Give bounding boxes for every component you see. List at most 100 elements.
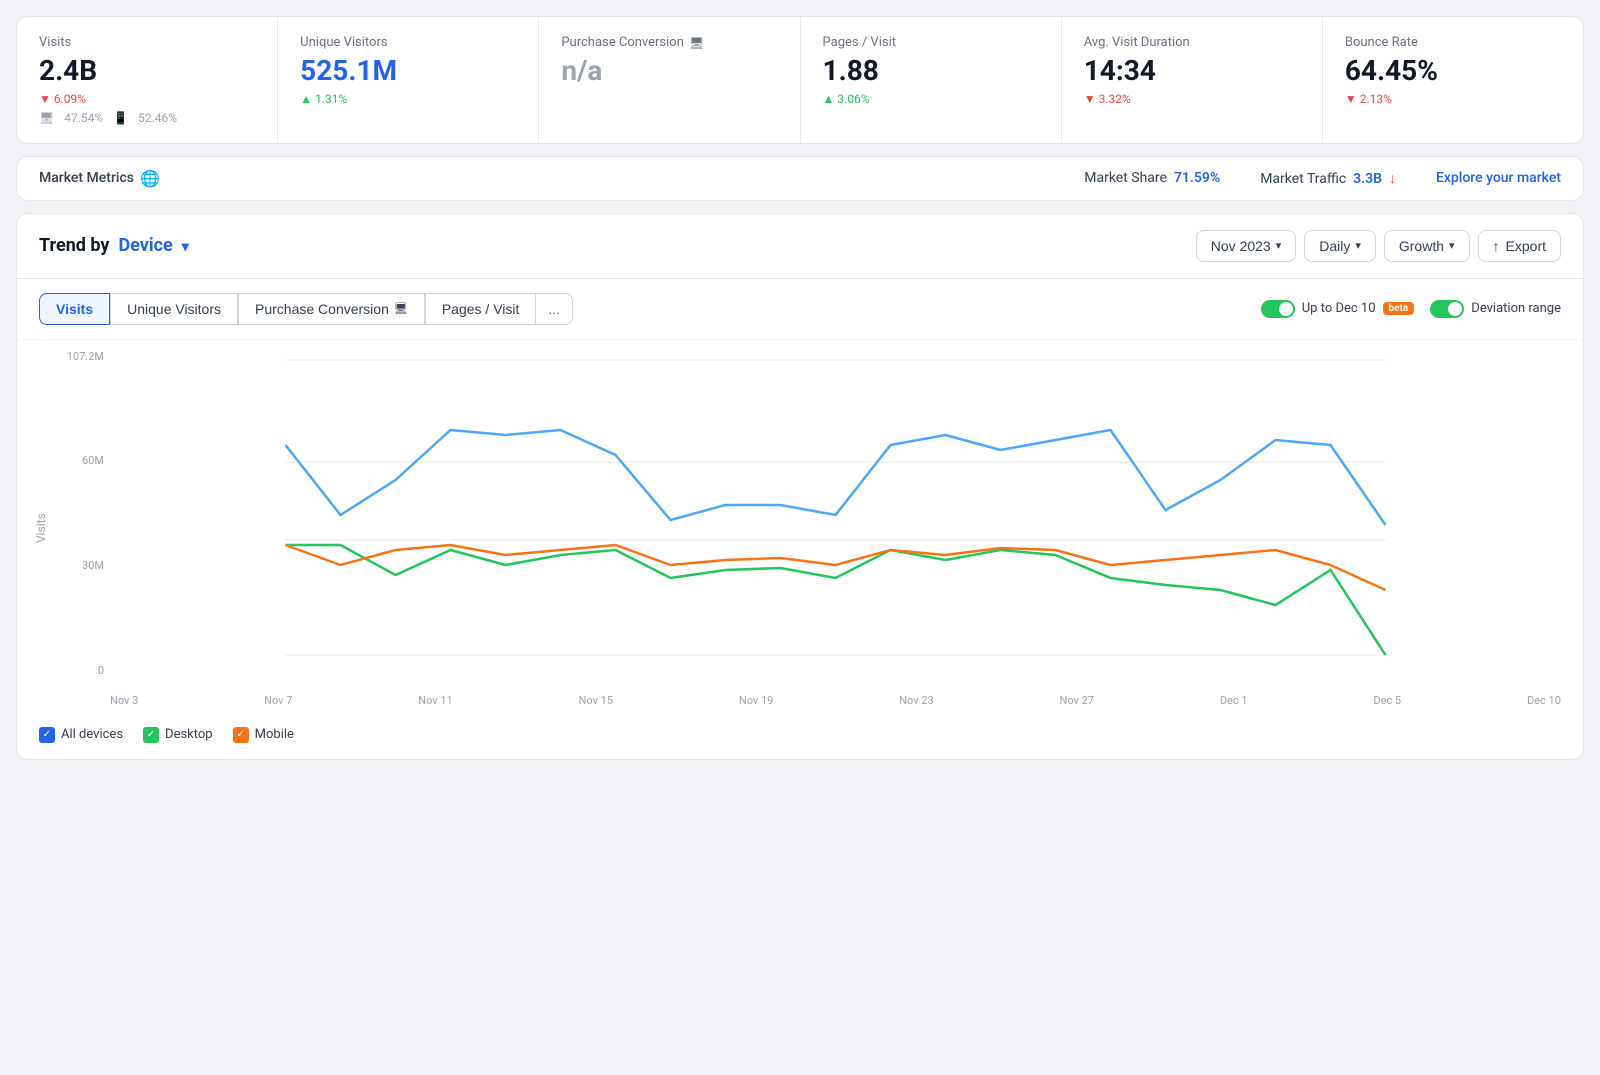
metric-filter-label: Growth — [1399, 238, 1444, 254]
market-traffic-stat: Market Traffic 3.3B ↓ — [1260, 170, 1396, 187]
bounce-rate-label: Bounce Rate — [1345, 35, 1561, 50]
deviation-range-switch[interactable] — [1430, 300, 1464, 318]
frequency-filter-label: Daily — [1319, 238, 1350, 254]
y-label-107: 107.2M — [55, 350, 110, 363]
deviation-range-toggle: Deviation range — [1430, 300, 1561, 318]
bounce-rate-change: ▼ 2.13% — [1345, 92, 1561, 106]
unique-visitors-metric: Unique Visitors 525.1M ▲ 1.31% — [278, 17, 539, 143]
metrics-card: Visits 2.4B ▼ 6.09% 🖥 47.54% 📱 52.46% Un… — [16, 16, 1584, 144]
x-labels: Nov 3 Nov 7 Nov 11 Nov 15 Nov 19 Nov 23 … — [110, 690, 1561, 707]
up-to-dec10-label: Up to Dec 10 — [1302, 301, 1376, 316]
visits-down-arrow: ▼ — [39, 92, 51, 106]
x-label-nov19: Nov 19 — [739, 694, 773, 707]
legend-row: ✓ All devices ✓ Desktop ✓ Mobile — [17, 717, 1583, 759]
visits-change: ▼ 6.09% — [39, 92, 255, 106]
x-label-dec10: Dec 10 — [1527, 694, 1561, 707]
frequency-chevron-icon: ▾ — [1355, 239, 1361, 252]
avg-visit-duration-metric: Avg. Visit Duration 14:34 ▼ 3.32% — [1062, 17, 1323, 143]
frequency-filter-button[interactable]: Daily ▾ — [1304, 230, 1376, 262]
trend-controls: Nov 2023 ▾ Daily ▾ Growth ▾ ↑ Export — [1196, 230, 1561, 262]
legend-desktop-label: Desktop — [165, 727, 213, 742]
legend-all-devices-box: ✓ — [39, 727, 55, 743]
avg-change-value: 3.32% — [1099, 92, 1131, 106]
market-share-label: Market Share — [1084, 170, 1167, 186]
bounce-change-value: 2.13% — [1360, 92, 1392, 106]
bounce-rate-value: 64.45% — [1345, 56, 1561, 87]
market-traffic-down-arrow: ↓ — [1389, 171, 1396, 187]
export-icon: ↑ — [1493, 238, 1500, 254]
x-label-nov27: Nov 27 — [1060, 694, 1094, 707]
avg-down-arrow: ▼ — [1084, 92, 1096, 106]
up-to-dec10-switch[interactable] — [1261, 300, 1295, 318]
tab-purchase-conversion-label: Purchase Conversion — [255, 301, 389, 317]
purchase-conversion-metric: Purchase Conversion 🖥 n/a — [539, 17, 800, 143]
tab-pages-per-visit[interactable]: Pages / Visit — [425, 293, 537, 325]
visits-label-text: Visits — [39, 35, 71, 50]
monitor-small-icon: 🖥 — [689, 36, 704, 50]
y-label-30: 30M — [55, 559, 110, 572]
mobile-pct: 52.46% — [138, 111, 177, 125]
unique-visitors-value: 525.1M — [300, 56, 516, 87]
tab-monitor-icon: 🖥 — [394, 302, 408, 315]
purchase-conversion-label: Purchase Conversion 🖥 — [561, 35, 777, 50]
unique-visitors-label: Unique Visitors — [300, 35, 516, 50]
unique-visitors-up-arrow: ▲ — [300, 92, 312, 106]
x-label-nov11: Nov 11 — [418, 694, 452, 707]
tab-unique-visitors[interactable]: Unique Visitors — [110, 293, 238, 325]
date-filter-label: Nov 2023 — [1211, 238, 1271, 254]
metric-chevron-icon: ▾ — [1449, 239, 1455, 252]
trend-card: Trend by Device ▾ Nov 2023 ▾ Daily ▾ Gro… — [16, 213, 1584, 760]
mobile-icon: 📱 — [113, 111, 128, 125]
chart-svg — [110, 350, 1561, 690]
date-chevron-icon: ▾ — [1276, 239, 1282, 252]
market-metrics-card: Market Metrics 🌐 Market Share 71.59% Mar… — [16, 156, 1584, 201]
tab-visits[interactable]: Visits — [39, 293, 110, 325]
y-label-60: 60M — [55, 454, 110, 467]
trend-title-text: Trend by — [39, 235, 110, 256]
pages-per-visit-value: 1.88 — [823, 56, 1039, 87]
deviation-range-label: Deviation range — [1471, 301, 1561, 316]
visits-value: 2.4B — [39, 56, 255, 87]
export-button[interactable]: ↑ Export — [1478, 230, 1561, 262]
metric-filter-button[interactable]: Growth ▾ — [1384, 230, 1470, 262]
chart-wrap: Visits 107.2M 60M 30M 0 — [27, 350, 1561, 707]
legend-all-devices-label: All devices — [61, 727, 123, 742]
device-filter-link[interactable]: Device — [118, 235, 172, 256]
purchase-conversion-value: n/a — [561, 56, 777, 87]
explore-market-link[interactable]: Explore your market — [1436, 170, 1561, 186]
monitor-icon: 🖥 — [39, 111, 54, 125]
bounce-rate-label-text: Bounce Rate — [1345, 35, 1418, 50]
market-traffic-label: Market Traffic — [1260, 171, 1346, 187]
visits-metric: Visits 2.4B ▼ 6.09% 🖥 47.54% 📱 52.46% — [17, 17, 278, 143]
date-filter-button[interactable]: Nov 2023 ▾ — [1196, 230, 1296, 262]
market-bar: Market Metrics 🌐 Market Share 71.59% Mar… — [17, 157, 1583, 200]
pages-up-arrow: ▲ — [823, 92, 835, 106]
market-share-value: 71.59% — [1174, 170, 1220, 186]
legend-desktop-box: ✓ — [143, 727, 159, 743]
unique-visitors-change: ▲ 1.31% — [300, 92, 516, 106]
x-label-nov23: Nov 23 — [899, 694, 933, 707]
tab-toggles: Up to Dec 10 beta Deviation range — [1261, 300, 1561, 318]
unique-visitors-label-text: Unique Visitors — [300, 35, 387, 50]
x-label-dec1: Dec 1 — [1220, 694, 1248, 707]
device-chevron-icon[interactable]: ▾ — [182, 239, 189, 255]
visits-label: Visits — [39, 35, 255, 50]
chart-area: Visits 107.2M 60M 30M 0 — [17, 340, 1583, 717]
chart-inner: 107.2M 60M 30M 0 — [55, 350, 1561, 707]
up-to-dec10-toggle: Up to Dec 10 beta — [1261, 300, 1415, 318]
market-traffic-value: 3.3B — [1353, 171, 1382, 187]
pages-per-visit-label-text: Pages / Visit — [823, 35, 896, 50]
avg-visit-duration-label: Avg. Visit Duration — [1084, 35, 1300, 50]
tab-more-button[interactable]: ... — [536, 293, 573, 325]
desktop-pct: 47.54% — [64, 111, 103, 125]
trend-header: Trend by Device ▾ Nov 2023 ▾ Daily ▾ Gro… — [17, 214, 1583, 279]
globe-icon: 🌐 — [140, 169, 160, 188]
x-label-nov7: Nov 7 — [264, 694, 292, 707]
x-label-nov15: Nov 15 — [579, 694, 613, 707]
pages-per-visit-label: Pages / Visit — [823, 35, 1039, 50]
y-labels: 107.2M 60M 30M 0 — [55, 350, 110, 677]
pages-per-visit-metric: Pages / Visit 1.88 ▲ 3.06% — [801, 17, 1062, 143]
pages-per-visit-change: ▲ 3.06% — [823, 92, 1039, 106]
tab-purchase-conversion[interactable]: Purchase Conversion 🖥 — [238, 293, 425, 325]
avg-visit-duration-value: 14:34 — [1084, 56, 1300, 87]
